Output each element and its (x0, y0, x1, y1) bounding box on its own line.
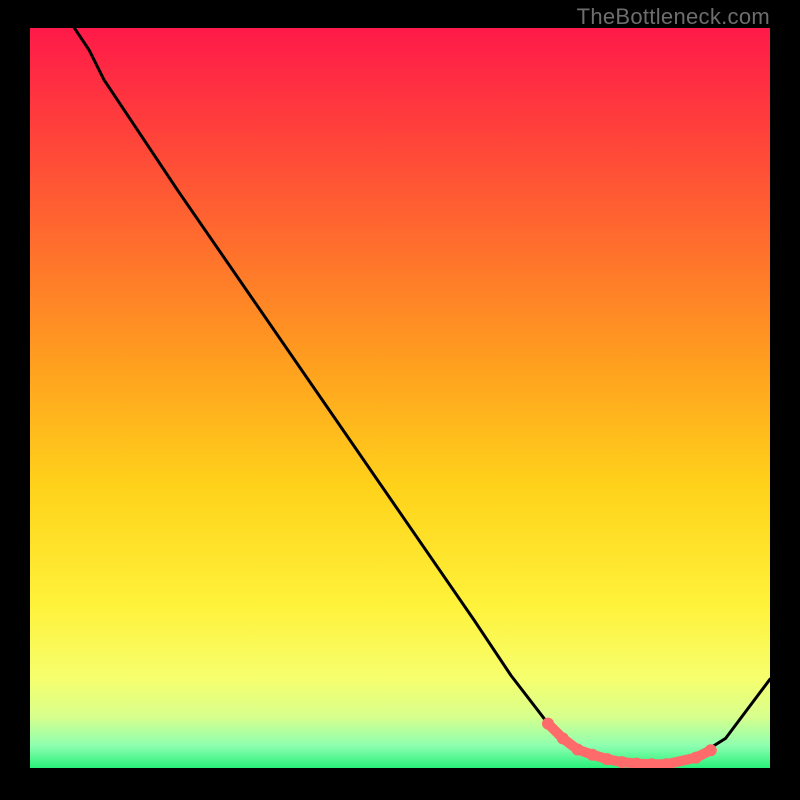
curve-svg (30, 28, 770, 768)
highlight-markers (542, 718, 717, 768)
highlight-segment (548, 724, 711, 765)
highlight-dot (557, 732, 569, 744)
bottleneck-curve (74, 28, 770, 764)
highlight-dot (690, 752, 702, 764)
highlight-dot (705, 744, 717, 756)
highlight-dot (572, 744, 584, 756)
highlight-dot (586, 749, 598, 761)
plot-area (30, 28, 770, 768)
watermark-text: TheBottleneck.com (577, 4, 770, 30)
highlight-dot (542, 718, 554, 730)
highlight-dot (616, 756, 628, 768)
chart-stage: TheBottleneck.com (0, 0, 800, 800)
highlight-dot (601, 753, 613, 765)
